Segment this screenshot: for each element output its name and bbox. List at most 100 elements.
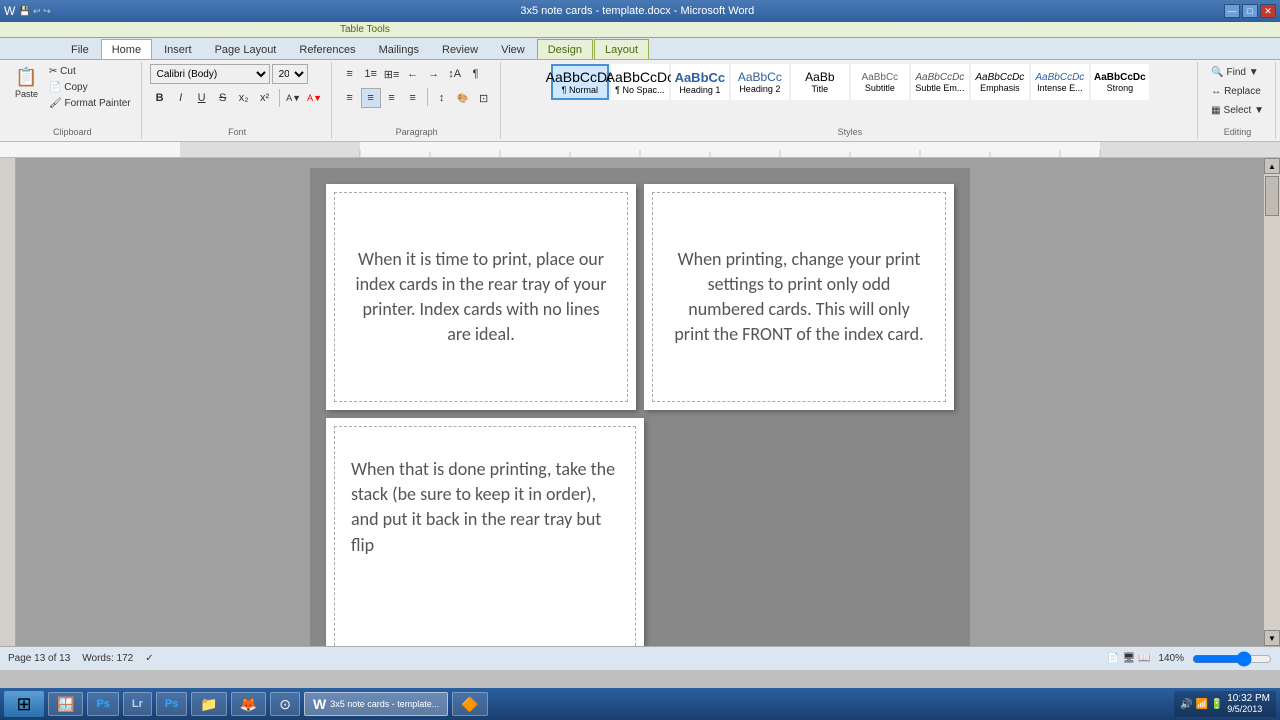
cards-bottom-row: When that is done printing, take the sta… [326, 418, 954, 646]
style-strong[interactable]: AaBbCcDc Strong [1091, 64, 1149, 100]
tab-mailings[interactable]: Mailings [368, 39, 430, 59]
select-button[interactable]: ▦Select ▼ [1206, 102, 1269, 119]
font-name-select[interactable]: Calibri (Body) [150, 64, 270, 84]
paragraph-content: ≡ 1≡ ⊞≡ ← → ↕A ¶ ≡ ≡ ≡ ≡ ↕ 🎨 ⊡ [340, 64, 494, 125]
close-button[interactable]: ✕ [1260, 4, 1276, 18]
card4-outer [652, 418, 954, 646]
font-content: Calibri (Body) 20 B I U S x₂ x² A▼ A▼ [150, 64, 325, 125]
superscript-button[interactable]: x² [255, 88, 275, 108]
tab-review[interactable]: Review [431, 39, 489, 59]
justify-button[interactable]: ≡ [403, 88, 423, 108]
subscript-button[interactable]: x₂ [234, 88, 254, 108]
editing-content: 🔍Find ▼ ↔Replace ▦Select ▼ [1206, 64, 1269, 125]
increase-indent-button[interactable]: → [424, 64, 444, 84]
card2-inner[interactable]: When printing, change your print setting… [652, 192, 946, 402]
font-label: Font [228, 125, 246, 137]
quick-access: 💾 ↩ ↪ [19, 6, 50, 17]
tab-layout[interactable]: Layout [594, 39, 649, 59]
style-no-spacing[interactable]: AaBbCcDc ¶ No Spac... [611, 64, 669, 100]
bullets-button[interactable]: ≡ [340, 64, 360, 84]
maximize-button[interactable]: □ [1242, 4, 1258, 18]
copy-button[interactable]: 📄 Copy [45, 80, 135, 95]
title-bar-controls: — □ ✕ [1224, 4, 1276, 18]
shading-button[interactable]: 🎨 [453, 88, 473, 108]
font-size-select[interactable]: 20 [272, 64, 308, 84]
taskbar-app-firefox[interactable]: 🦊 [231, 692, 266, 716]
table-tools-label: Table Tools [340, 24, 390, 35]
zoom-level: 140% [1158, 653, 1184, 664]
card2-outer: When printing, change your print setting… [644, 184, 954, 410]
para-bottom-row: ≡ ≡ ≡ ≡ ↕ 🎨 ⊡ [340, 88, 494, 108]
style-emphasis[interactable]: AaBbCcDc Emphasis [971, 64, 1029, 100]
scroll-down-arrow[interactable]: ▼ [1264, 630, 1280, 646]
find-button[interactable]: 🔍Find ▼ [1206, 64, 1264, 81]
editing-label: Editing [1224, 125, 1252, 137]
style-heading1[interactable]: AaBbCc Heading 1 [671, 64, 729, 100]
editing-group: 🔍Find ▼ ↔Replace ▦Select ▼ Editing [1200, 62, 1276, 139]
strikethrough-button[interactable]: S [213, 88, 233, 108]
style-intense-e[interactable]: AaBbCcDc Intense E... [1031, 64, 1089, 100]
ribbon: 📋 Paste ✂ Cut 📄 Copy 🖌 Format Painter Cl… [0, 60, 1280, 142]
card3-outer: When that is done printing, take the sta… [326, 418, 644, 646]
line-spacing-button[interactable]: ↕ [432, 88, 452, 108]
card1-inner[interactable]: When it is time to print, place our inde… [334, 192, 628, 402]
doc-area: ▲ ▼ When it is time to print, place our … [0, 158, 1280, 646]
highlight-button[interactable]: A▼ [284, 88, 304, 108]
format-painter-button[interactable]: 🖌 Format Painter [45, 96, 135, 111]
tab-design[interactable]: Design [537, 39, 593, 59]
word-icon: W [4, 4, 15, 18]
clipboard-sub: ✂ Cut 📄 Copy 🖌 Format Painter [45, 64, 135, 111]
align-right-button[interactable]: ≡ [382, 88, 402, 108]
style-subtitle[interactable]: AaBbCc Subtitle [851, 64, 909, 100]
sort-button[interactable]: ↕A [445, 64, 465, 84]
ruler [0, 142, 1280, 158]
tab-references[interactable]: References [288, 39, 366, 59]
font-color-button[interactable]: A▼ [305, 88, 325, 108]
replace-button[interactable]: ↔Replace [1206, 83, 1266, 100]
tab-file[interactable]: File [60, 39, 100, 59]
scroll-track[interactable] [1265, 174, 1279, 630]
taskbar-app-folder[interactable]: 📁 [191, 692, 226, 716]
taskbar-app-ps-icon[interactable]: Ps [87, 692, 118, 716]
style-title[interactable]: AaBb Title [791, 64, 849, 100]
cards-top-row: When it is time to print, place our inde… [326, 184, 954, 410]
vertical-scrollbar[interactable]: ▲ ▼ [1264, 158, 1280, 646]
italic-button[interactable]: I [171, 88, 191, 108]
scroll-up-arrow[interactable]: ▲ [1264, 158, 1280, 174]
style-heading2[interactable]: AaBbCc Heading 2 [731, 64, 789, 100]
paragraph-label: Paragraph [396, 125, 438, 137]
numbering-button[interactable]: 1≡ [361, 64, 381, 84]
scroll-thumb[interactable] [1265, 176, 1279, 216]
styles-group: AaBbCcDc ¶ Normal AaBbCcDc ¶ No Spac... … [503, 62, 1198, 139]
taskbar-app-word[interactable]: W 3x5 note cards - template... [304, 692, 448, 716]
clipboard-content: 📋 Paste ✂ Cut 📄 Copy 🖌 Format Painter [10, 64, 135, 125]
borders-button[interactable]: ⊡ [474, 88, 494, 108]
align-center-button[interactable]: ≡ [361, 88, 381, 108]
tab-insert[interactable]: Insert [153, 39, 203, 59]
taskbar-app-lr[interactable]: Lr [123, 692, 152, 716]
card3-inner[interactable]: When that is done printing, take the sta… [334, 426, 636, 646]
style-normal[interactable]: AaBbCcDc ¶ Normal [551, 64, 609, 100]
show-hide-button[interactable]: ¶ [466, 64, 486, 84]
taskbar-app-explorer[interactable]: 🪟 [48, 692, 83, 716]
multilevel-button[interactable]: ⊞≡ [382, 64, 402, 84]
paste-icon: 📋 [15, 67, 37, 88]
zoom-slider[interactable] [1192, 653, 1272, 665]
taskbar-app-ps2[interactable]: Ps [156, 692, 187, 716]
cut-button[interactable]: ✂ Cut [45, 64, 135, 79]
minimize-button[interactable]: — [1224, 4, 1240, 18]
paste-button[interactable]: 📋 Paste [10, 64, 43, 102]
underline-button[interactable]: U [192, 88, 212, 108]
taskbar-app-chrome[interactable]: ⊙ [270, 692, 300, 716]
tab-view[interactable]: View [490, 39, 536, 59]
start-button[interactable]: ⊞ [4, 691, 44, 717]
taskbar-app-vlc[interactable]: 🔶 [452, 692, 487, 716]
firefox-icon: 🦊 [240, 696, 257, 713]
decrease-indent-button[interactable]: ← [403, 64, 423, 84]
align-left-button[interactable]: ≡ [340, 88, 360, 108]
tab-home[interactable]: Home [101, 39, 152, 59]
bold-button[interactable]: B [150, 88, 170, 108]
style-subtle-em[interactable]: AaBbCcDc Subtle Em... [911, 64, 969, 100]
tab-page-layout[interactable]: Page Layout [204, 39, 288, 59]
styles-label: Styles [838, 125, 863, 137]
